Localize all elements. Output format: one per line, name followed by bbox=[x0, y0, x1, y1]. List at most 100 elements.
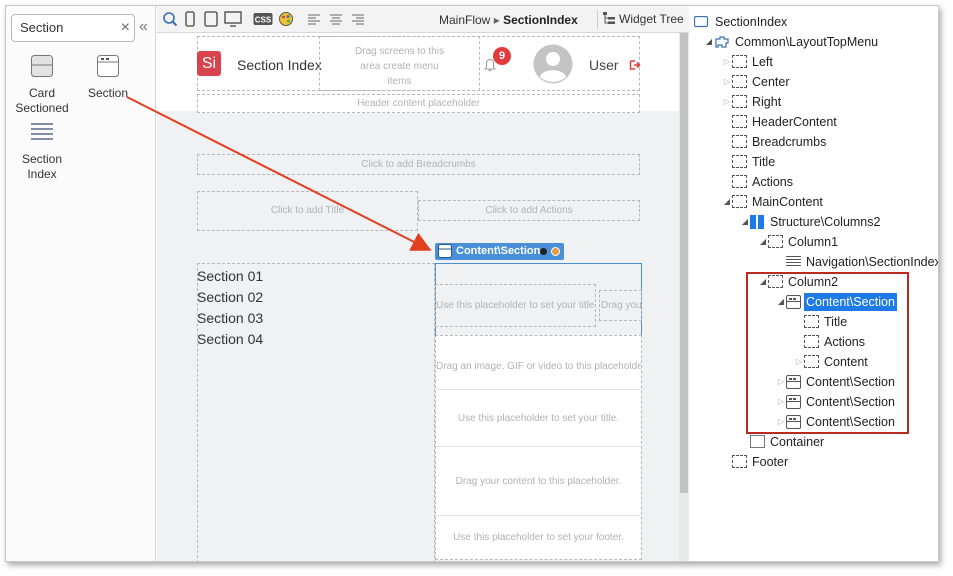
section-title-placeholder[interactable]: Use this placeholder to set your title. bbox=[435, 284, 596, 327]
expanded-arrow-icon[interactable]: ◢ bbox=[740, 213, 750, 231]
tree-node[interactable]: Container bbox=[750, 433, 826, 451]
placeholder-icon bbox=[768, 235, 783, 248]
expanded-arrow-icon[interactable]: ◢ bbox=[722, 193, 732, 211]
placeholder-icon bbox=[732, 155, 747, 168]
tag-dot-icon[interactable] bbox=[551, 247, 560, 256]
avatar[interactable] bbox=[533, 44, 573, 84]
section-index-link[interactable]: Section 04 bbox=[197, 329, 263, 350]
app-title: Section Index bbox=[237, 57, 322, 73]
tree-node[interactable]: Title bbox=[732, 153, 777, 171]
desktop-view-icon[interactable] bbox=[224, 11, 242, 27]
collapsed-arrow-icon[interactable]: ▷ bbox=[722, 73, 732, 91]
tree-node[interactable]: ◢ MainContent bbox=[722, 193, 825, 211]
tree-node[interactable]: HeaderContent bbox=[732, 113, 839, 131]
widget-label: Section Index bbox=[21, 152, 63, 181]
breadcrumb-flow[interactable]: MainFlow bbox=[439, 13, 490, 27]
collapsed-arrow-icon[interactable]: ▷ bbox=[722, 53, 732, 71]
section-icon bbox=[438, 244, 452, 258]
card-title-placeholder[interactable]: Use this placeholder to set your title. bbox=[436, 391, 641, 447]
theme-palette-icon[interactable] bbox=[278, 11, 294, 27]
svg-text:CSS: CSS bbox=[255, 16, 272, 25]
widget-label: Section bbox=[87, 86, 129, 100]
tree-node[interactable]: ▷ Center bbox=[722, 73, 792, 91]
columns-icon bbox=[750, 215, 765, 229]
placeholder-icon bbox=[732, 115, 747, 128]
screen-icon bbox=[693, 15, 709, 28]
expanded-arrow-icon[interactable]: ◢ bbox=[758, 233, 768, 251]
selected-widget-tag-label: Content\Section bbox=[456, 245, 541, 257]
widget-card-sectioned[interactable]: Card Sectioned bbox=[10, 54, 74, 116]
tree-node[interactable]: ▷ Right bbox=[722, 93, 783, 111]
widget-tree-icon bbox=[603, 12, 615, 24]
tab-widget-tree[interactable]: Widget Tree bbox=[597, 10, 684, 29]
tree-node[interactable]: ◢ Column1 bbox=[758, 233, 840, 251]
toolbox-search-input[interactable] bbox=[20, 20, 115, 35]
actions-placeholder[interactable]: Click to add Actions bbox=[418, 200, 640, 221]
section-icon bbox=[97, 55, 119, 77]
menu-placeholder-text: Drag screens to this area create menu it… bbox=[355, 46, 444, 87]
header-content-placeholder[interactable]: Header content placeholder bbox=[197, 94, 640, 113]
tree-node[interactable]: Breadcrumbs bbox=[732, 133, 828, 151]
tablet-view-icon[interactable] bbox=[204, 11, 218, 27]
css-icon[interactable]: CSS bbox=[253, 11, 273, 27]
placeholder-icon bbox=[732, 55, 747, 68]
expanded-arrow-icon[interactable]: ◢ bbox=[704, 33, 714, 51]
phone-view-icon[interactable] bbox=[185, 11, 195, 27]
tree-node[interactable]: ▷ Left bbox=[722, 53, 775, 71]
align-left-icon[interactable] bbox=[307, 11, 321, 27]
widget-label: Card Sectioned bbox=[15, 86, 69, 115]
user-label[interactable]: User bbox=[589, 57, 619, 73]
layout-block-icon bbox=[715, 36, 729, 48]
design-canvas[interactable]: Si Section Index Drag screens to this ar… bbox=[157, 33, 679, 561]
highlight-box bbox=[746, 272, 909, 434]
breadcrumb: MainFlow ▸ SectionIndex bbox=[439, 13, 578, 27]
section-index-link[interactable]: Section 01 bbox=[197, 266, 263, 287]
toolbox-search[interactable]: × bbox=[11, 14, 135, 42]
section-index-link[interactable]: Section 03 bbox=[197, 308, 263, 329]
card-footer-placeholder[interactable]: Use this placeholder to set your footer. bbox=[436, 517, 641, 559]
toolbox-panel: × « Card Sectioned Section bbox=[6, 6, 156, 561]
app-logo: Si bbox=[197, 51, 221, 76]
card-sectioned-icon bbox=[31, 55, 53, 77]
tree-node[interactable]: Footer bbox=[732, 453, 790, 471]
editor-toolbar: CSS MainFlow ▸ SectionIndex Widget Tree bbox=[157, 6, 689, 33]
scrollbar-thumb[interactable] bbox=[680, 33, 688, 493]
tree-node[interactable]: SectionIndex bbox=[693, 13, 789, 31]
collapse-panel-icon[interactable]: « bbox=[139, 18, 148, 36]
tag-dot-icon[interactable] bbox=[540, 248, 547, 255]
section-actions-placeholder[interactable]: Drag you bbox=[599, 290, 642, 321]
menu-placeholder[interactable]: Drag screens to this area create menu it… bbox=[319, 36, 480, 91]
canvas-scrollbar[interactable] bbox=[679, 33, 689, 561]
widget-tree-tab-label: Widget Tree bbox=[619, 12, 684, 26]
logout-icon[interactable] bbox=[629, 59, 641, 71]
section-index-list: Section 01 Section 02 Section 03 Section… bbox=[197, 266, 263, 350]
widget-section[interactable]: Section bbox=[78, 54, 138, 101]
placeholder-icon bbox=[732, 135, 747, 148]
placeholder-icon bbox=[732, 95, 747, 108]
collapsed-arrow-icon[interactable]: ▷ bbox=[722, 93, 732, 111]
clear-search-icon[interactable]: × bbox=[121, 18, 130, 38]
card-content-placeholder[interactable]: Drag your content to this placeholder. bbox=[436, 448, 641, 516]
tree-node[interactable]: Actions bbox=[732, 173, 795, 191]
align-center-icon[interactable] bbox=[329, 11, 343, 27]
breadcrumbs-placeholder[interactable]: Click to add Breadcrumbs bbox=[197, 154, 640, 175]
section-content-placeholder[interactable]: Drag an image, GIF or video to this plac… bbox=[435, 335, 642, 560]
placeholder-icon bbox=[732, 455, 747, 468]
widget-section-index[interactable]: Section Index bbox=[10, 120, 74, 182]
breadcrumb-separator: ▸ bbox=[493, 13, 500, 27]
navigation-icon bbox=[786, 256, 801, 268]
breadcrumb-screen: SectionIndex bbox=[503, 13, 578, 27]
tree-node[interactable]: ◢ Common\LayoutTopMenu bbox=[704, 33, 880, 51]
image-placeholder[interactable]: Drag an image, GIF or video to this plac… bbox=[436, 344, 641, 390]
tree-node[interactable]: ◢ Structure\Columns2 bbox=[740, 213, 882, 231]
section-index-link[interactable]: Section 02 bbox=[197, 287, 263, 308]
align-right-icon[interactable] bbox=[351, 11, 365, 27]
placeholder-icon bbox=[732, 175, 747, 188]
section-index-icon bbox=[31, 123, 53, 140]
container-icon bbox=[750, 435, 765, 448]
tree-node[interactable]: Navigation\SectionIndex bbox=[786, 253, 938, 271]
preview-icon[interactable] bbox=[162, 11, 178, 27]
title-placeholder[interactable]: Click to add Title bbox=[197, 191, 418, 231]
placeholder-icon bbox=[732, 195, 747, 208]
placeholder-icon bbox=[732, 75, 747, 88]
